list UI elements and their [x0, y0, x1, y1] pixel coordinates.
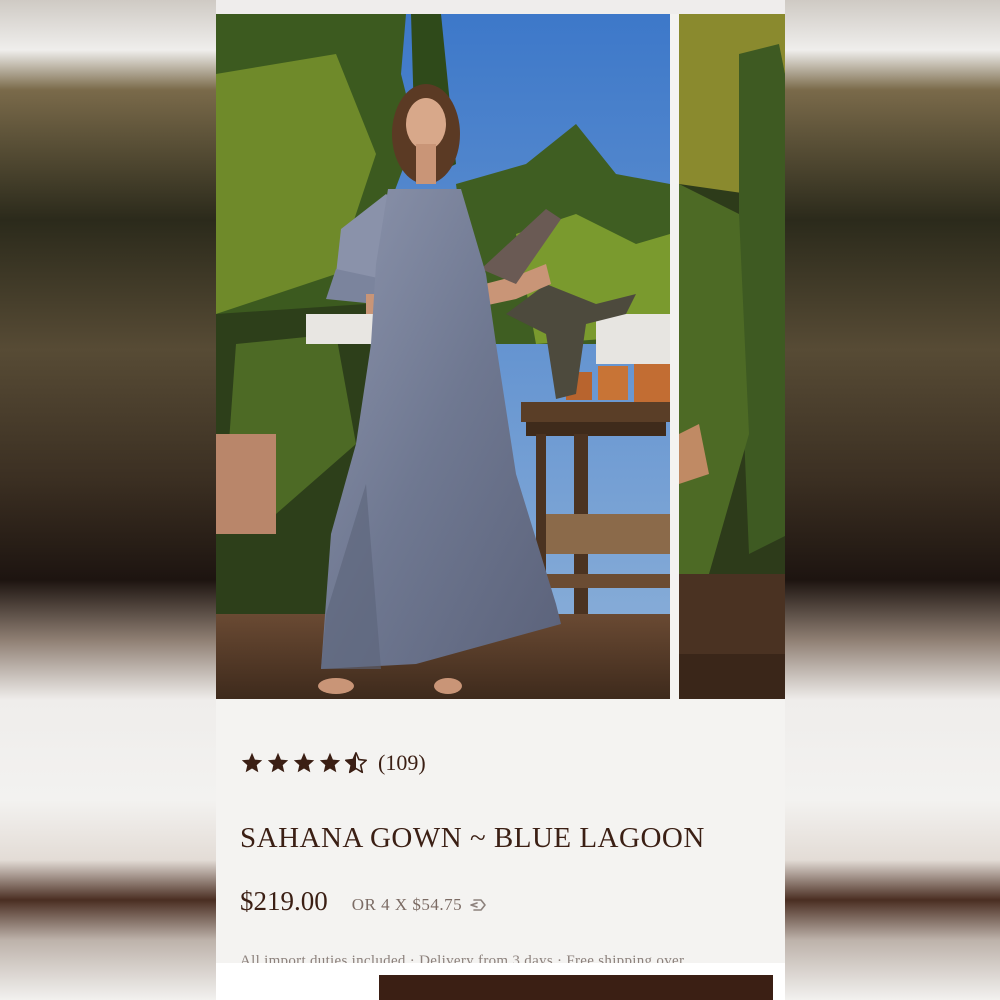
star-icon: [267, 752, 289, 773]
installments-info[interactable]: OR 4 X $54.75: [352, 895, 490, 915]
product-page: (109) SAHANA GOWN ~ BLUE LAGOON $219.00 …: [216, 0, 785, 1000]
product-image-main[interactable]: [216, 14, 670, 699]
add-to-cart-button[interactable]: [379, 975, 773, 1000]
top-strip: [216, 0, 785, 14]
installments-label: OR 4 X $54.75: [351, 895, 463, 914]
rating-stars: [240, 751, 368, 775]
price-row: $219.00 OR 4 X $54.75: [240, 886, 490, 922]
product-photo-next: [679, 14, 785, 699]
star-icon: [319, 752, 341, 773]
afterpay-icon: [470, 899, 486, 911]
background-blur-right: [785, 0, 1000, 1000]
product-title: SAHANA GOWN ~ BLUE LAGOON: [240, 822, 705, 854]
product-image-next[interactable]: [679, 14, 785, 699]
background-blur-left: [0, 0, 216, 1000]
product-photo: [216, 14, 670, 699]
half-star-icon: [345, 752, 367, 774]
product-rating[interactable]: (109): [240, 748, 426, 778]
product-price: $219.00: [240, 886, 328, 916]
star-icon: [241, 752, 263, 773]
product-image-carousel[interactable]: [216, 14, 785, 699]
star-icon: [293, 752, 315, 773]
rating-count[interactable]: (109): [378, 750, 426, 776]
